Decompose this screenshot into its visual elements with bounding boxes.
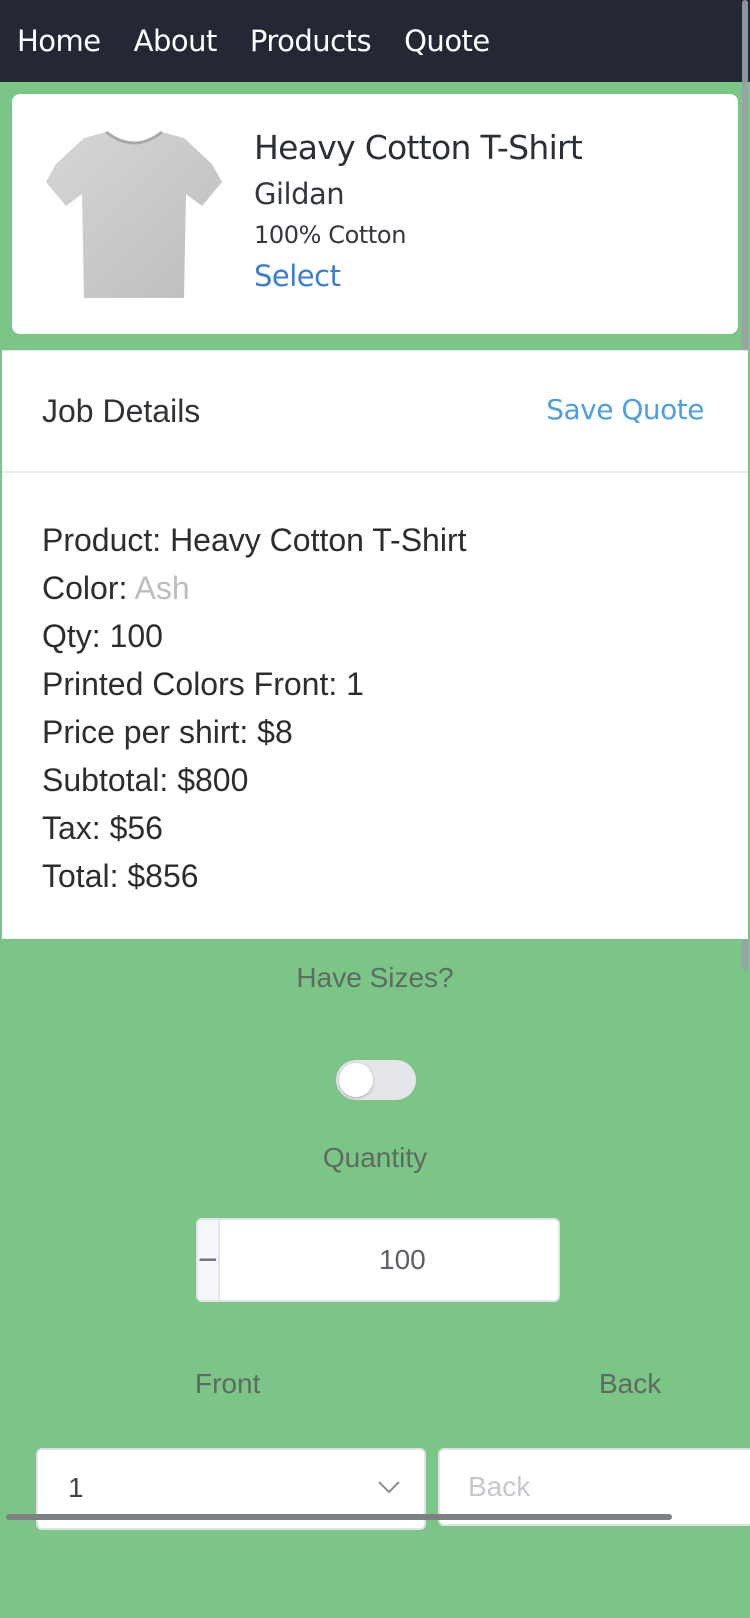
nav-products-link[interactable]: Products [250, 24, 372, 58]
select-product-link[interactable]: Select [254, 259, 582, 293]
job-color-value: Ash [134, 570, 190, 606]
decrement-button[interactable]: − [198, 1220, 220, 1300]
horizontal-scrollbar[interactable] [6, 1514, 672, 1520]
nav-about-link[interactable]: About [134, 24, 218, 58]
job-tax-line: Tax: $56 [42, 810, 163, 846]
have-sizes-toggle[interactable] [336, 1060, 416, 1100]
job-product-value: Heavy Cotton T-Shirt [170, 522, 467, 558]
job-price-line: Price per shirt: $8 [42, 714, 293, 750]
job-product-line: Product: Heavy Cotton T-Shirt [42, 516, 466, 564]
job-product-label: Product: [42, 522, 171, 558]
tshirt-icon [46, 130, 222, 298]
nav-quote-link[interactable]: Quote [404, 24, 490, 58]
save-quote-button[interactable]: Save Quote [546, 393, 704, 426]
nav-home-link[interactable]: Home [17, 24, 101, 58]
chevron-down-icon [378, 1481, 400, 1494]
front-label: Front [195, 1368, 261, 1399]
job-details-card: Job Details Save Quote Product: Heavy Co… [2, 350, 748, 939]
front-colors-value: 1 [68, 1472, 84, 1503]
toggle-knob [339, 1063, 373, 1097]
quantity-label: Quantity [322, 1142, 428, 1173]
job-details-title: Job Details [42, 393, 201, 429]
top-nav: Home About Products Quote [0, 0, 750, 82]
product-brand: Gildan [254, 177, 345, 211]
job-total-line: Total: $856 [42, 858, 199, 894]
job-subtotal-line: Subtotal: $800 [42, 762, 249, 798]
job-details-header: Job Details Save Quote [2, 351, 748, 473]
quantity-input[interactable] [219, 1220, 558, 1300]
product-name: Heavy Cotton T-Shirt [254, 128, 583, 167]
product-card: Heavy Cotton T-Shirt Gildan 100% Cotton … [12, 94, 738, 334]
product-material: 100% Cotton [254, 221, 406, 249]
quantity-stepper: − + [196, 1218, 560, 1302]
job-printed-colors-line: Printed Colors Front: 1 [42, 666, 364, 702]
job-color-line: Color: Ash [42, 564, 466, 612]
job-details-list: Product: Heavy Cotton T-Shirt Color: Ash… [42, 516, 466, 900]
job-qty-line: Qty: 100 [42, 618, 163, 654]
product-info: Heavy Cotton T-Shirt Gildan 100% Cotton … [254, 124, 583, 293]
back-label: Back [599, 1368, 662, 1399]
job-color-label: Color: [42, 570, 135, 606]
have-sizes-label: Have Sizes? [296, 962, 454, 993]
